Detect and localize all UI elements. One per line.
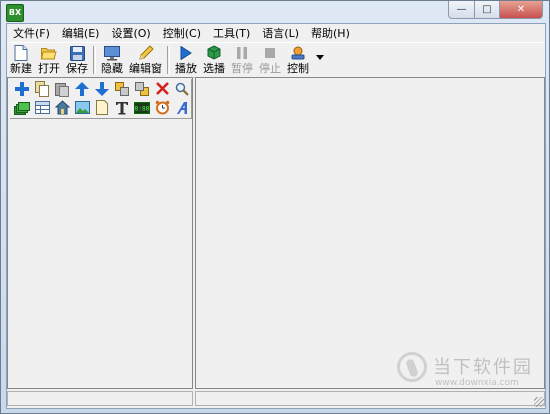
toolbar-separator — [93, 46, 96, 74]
new-file-icon — [13, 45, 29, 61]
menu-language[interactable]: 语言(L) — [256, 25, 305, 41]
pause-icon — [234, 45, 250, 61]
maximize-button[interactable]: □ — [475, 1, 500, 19]
object-toolbox: 8:88 — [10, 79, 192, 119]
send-backward-icon[interactable] — [135, 81, 150, 97]
table-icon[interactable] — [35, 100, 50, 116]
toolbar-separator — [167, 46, 170, 74]
stop-label: 停止 — [259, 62, 281, 75]
open-label: 打开 — [38, 62, 60, 75]
stop-icon — [262, 45, 278, 61]
monitor-icon — [104, 45, 120, 61]
play-icon — [178, 45, 194, 61]
menu-control[interactable]: 控制(C) — [157, 25, 207, 41]
watermark-url: www.downxia.com — [435, 378, 519, 388]
minimize-button[interactable]: — — [448, 1, 475, 19]
left-pane: 8:88 — [7, 77, 193, 389]
title-bar[interactable]: BX — □ ✕ — [1, 1, 549, 23]
floppy-disk-icon — [69, 45, 85, 61]
clock-display-icon[interactable]: 8:88 — [134, 100, 151, 116]
move-up-icon[interactable] — [74, 81, 89, 97]
pause-label: 暂停 — [231, 62, 253, 75]
hide-label: 隐藏 — [101, 62, 123, 75]
edit-window-button[interactable]: 编辑窗 — [126, 43, 165, 75]
select-play-button[interactable]: 选播 — [200, 43, 228, 75]
watermark: 当下软件园 www.downxia.com — [397, 350, 537, 394]
resize-grip[interactable] — [534, 397, 544, 407]
stop-button[interactable]: 停止 — [256, 43, 284, 75]
delete-icon[interactable] — [155, 81, 170, 97]
toolbox-row — [10, 79, 191, 98]
save-button[interactable]: 保存 — [63, 43, 91, 75]
text-icon[interactable] — [115, 100, 130, 116]
watermark-logo-icon — [397, 352, 427, 382]
select-play-label: 选播 — [203, 62, 225, 75]
open-button[interactable]: 打开 — [35, 43, 63, 75]
status-cell-left — [7, 391, 193, 406]
menu-tools[interactable]: 工具(T) — [207, 25, 256, 41]
menu-help[interactable]: 帮助(H) — [305, 25, 356, 41]
open-folder-icon — [41, 45, 57, 61]
image-icon[interactable] — [75, 100, 90, 116]
control-button[interactable]: 控制 — [284, 43, 312, 75]
close-button[interactable]: ✕ — [500, 1, 543, 19]
play-label: 播放 — [175, 62, 197, 75]
window-controls: — □ ✕ — [448, 1, 543, 19]
new-label: 新建 — [10, 62, 32, 75]
font-icon[interactable] — [175, 100, 190, 116]
menu-edit[interactable]: 编辑(E) — [56, 25, 106, 41]
control-label: 控制 — [287, 62, 309, 75]
paste-icon[interactable] — [54, 81, 69, 97]
copy-icon[interactable] — [34, 80, 49, 97]
new-button[interactable]: 新建 — [7, 43, 35, 75]
bring-forward-icon[interactable] — [115, 81, 130, 97]
control-icon — [290, 45, 306, 61]
toolbox-row: 8:88 — [10, 98, 191, 117]
add-icon[interactable] — [14, 81, 29, 97]
edit-window-label: 编辑窗 — [129, 62, 162, 75]
pencil-icon — [138, 45, 154, 61]
app-icon: BX — [6, 4, 24, 22]
chevron-down-icon[interactable] — [316, 55, 324, 60]
zoom-icon[interactable] — [175, 81, 190, 97]
cube-icon — [206, 45, 222, 61]
menu-settings[interactable]: 设置(O) — [105, 25, 156, 41]
svg-text:8:88: 8:88 — [135, 105, 150, 112]
move-down-icon[interactable] — [94, 81, 109, 97]
toolbar: 新建 打开 保存 隐藏 编辑窗 播放 选播 暂停 停止 控制 — [7, 42, 545, 78]
pause-button[interactable]: 暂停 — [228, 43, 256, 75]
right-pane — [195, 77, 545, 389]
play-button[interactable]: 播放 — [172, 43, 200, 75]
watermark-text: 当下软件园 — [433, 357, 533, 378]
layers-icon[interactable] — [14, 100, 30, 116]
menu-file[interactable]: 文件(F) — [7, 25, 56, 41]
hide-button[interactable]: 隐藏 — [98, 43, 126, 75]
alarm-clock-icon[interactable] — [155, 100, 170, 116]
menu-bar: 文件(F) 编辑(E) 设置(O) 控制(C) 工具(T) 语言(L) 帮助(H… — [7, 24, 545, 42]
save-label: 保存 — [66, 62, 88, 75]
document-icon[interactable] — [95, 100, 110, 116]
home-icon[interactable] — [55, 100, 70, 116]
